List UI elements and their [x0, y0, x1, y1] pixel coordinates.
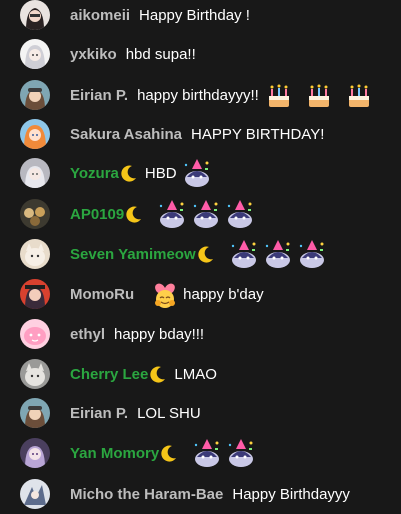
birthday-cake-emoji [263, 79, 295, 111]
message-text: Happy Birthday ! [139, 6, 250, 24]
heart-hug-emoji [149, 278, 181, 310]
author-avatar[interactable] [20, 39, 50, 69]
author-name[interactable]: aikomeii [70, 7, 130, 24]
birthday-cake-emoji [343, 79, 375, 111]
author-avatar[interactable] [20, 119, 50, 149]
moon-membership-badge-icon [119, 163, 139, 183]
message-text: Happy Birthdayyy [232, 485, 350, 503]
author-name[interactable]: Eirian P. [70, 405, 128, 422]
author-name[interactable]: Seven Yamimeow [70, 246, 196, 263]
author-name[interactable]: Yan Momory [70, 445, 159, 462]
author-name[interactable]: Sakura Asahina [70, 126, 182, 143]
author-avatar[interactable] [20, 239, 50, 269]
chat-message: MomoRu happy b'day [0, 277, 401, 311]
chat-message: yxkiko hbd supa!! [0, 37, 401, 71]
chat-message: Sakura Asahina HAPPY BIRTHDAY! [0, 117, 401, 151]
party-penguin-emote [262, 238, 294, 270]
author-avatar[interactable] [20, 199, 50, 229]
author-name[interactable]: Yozura [70, 165, 119, 182]
chat-message: Micho the Haram-Bae Happy Birthdayyy [0, 477, 401, 511]
chat-message: Eirian P. happy birthdayyy!! [0, 78, 401, 112]
party-penguin-emote [225, 437, 257, 469]
message-text: happy b'day [183, 285, 264, 303]
author-name[interactable]: ethyl [70, 326, 105, 343]
author-avatar[interactable] [20, 80, 50, 110]
moon-membership-badge-icon [148, 364, 168, 384]
message-text: HBD [144, 164, 177, 182]
message-text: hbd supa!! [125, 45, 196, 63]
moon-membership-badge-icon [196, 244, 216, 264]
author-avatar[interactable] [20, 158, 50, 188]
chat-message: ethyl happy bday!!! [0, 317, 401, 351]
chat-message: aikomeii Happy Birthday ! [0, 0, 401, 32]
author-name[interactable]: Eirian P. [70, 87, 128, 104]
author-avatar[interactable] [20, 438, 50, 468]
moon-membership-badge-icon [124, 204, 144, 224]
chat-message-list: aikomeii Happy Birthday ! yxkiko hbd sup… [0, 0, 401, 514]
message-text: happy bday!!! [114, 325, 205, 343]
birthday-cake-emoji [303, 79, 335, 111]
chat-message: AP0109 [0, 197, 401, 231]
party-penguin-emote [224, 198, 256, 230]
chat-message: Yozura HBD [0, 156, 401, 190]
author-name[interactable]: AP0109 [70, 206, 124, 223]
party-penguin-emote [156, 198, 188, 230]
author-avatar[interactable] [20, 0, 50, 30]
author-avatar[interactable] [20, 398, 50, 428]
chat-message: Cherry Lee LMAO [0, 357, 401, 391]
moon-membership-badge-icon [159, 443, 179, 463]
party-penguin-emote [190, 198, 222, 230]
author-avatar[interactable] [20, 279, 50, 309]
chat-message: Eirian P. LOL SHU [0, 396, 401, 430]
author-name[interactable]: yxkiko [70, 46, 117, 63]
party-penguin-emote [228, 238, 260, 270]
author-avatar[interactable] [20, 319, 50, 349]
message-text: happy birthdayyy!! [137, 86, 259, 104]
party-penguin-emote [296, 238, 328, 270]
author-name[interactable]: Micho the Haram-Bae [70, 486, 223, 503]
author-avatar[interactable] [20, 479, 50, 509]
party-penguin-emote [181, 157, 213, 189]
author-name[interactable]: MomoRu [70, 286, 134, 303]
chat-message: Yan Momory [0, 436, 401, 470]
author-name[interactable]: Cherry Lee [70, 366, 148, 383]
chat-message: Seven Yamimeow [0, 237, 401, 271]
author-avatar[interactable] [20, 359, 50, 389]
message-text: HAPPY BIRTHDAY! [191, 125, 325, 143]
message-text: LOL SHU [137, 404, 201, 422]
message-text: LMAO [174, 365, 217, 383]
party-penguin-emote [191, 437, 223, 469]
